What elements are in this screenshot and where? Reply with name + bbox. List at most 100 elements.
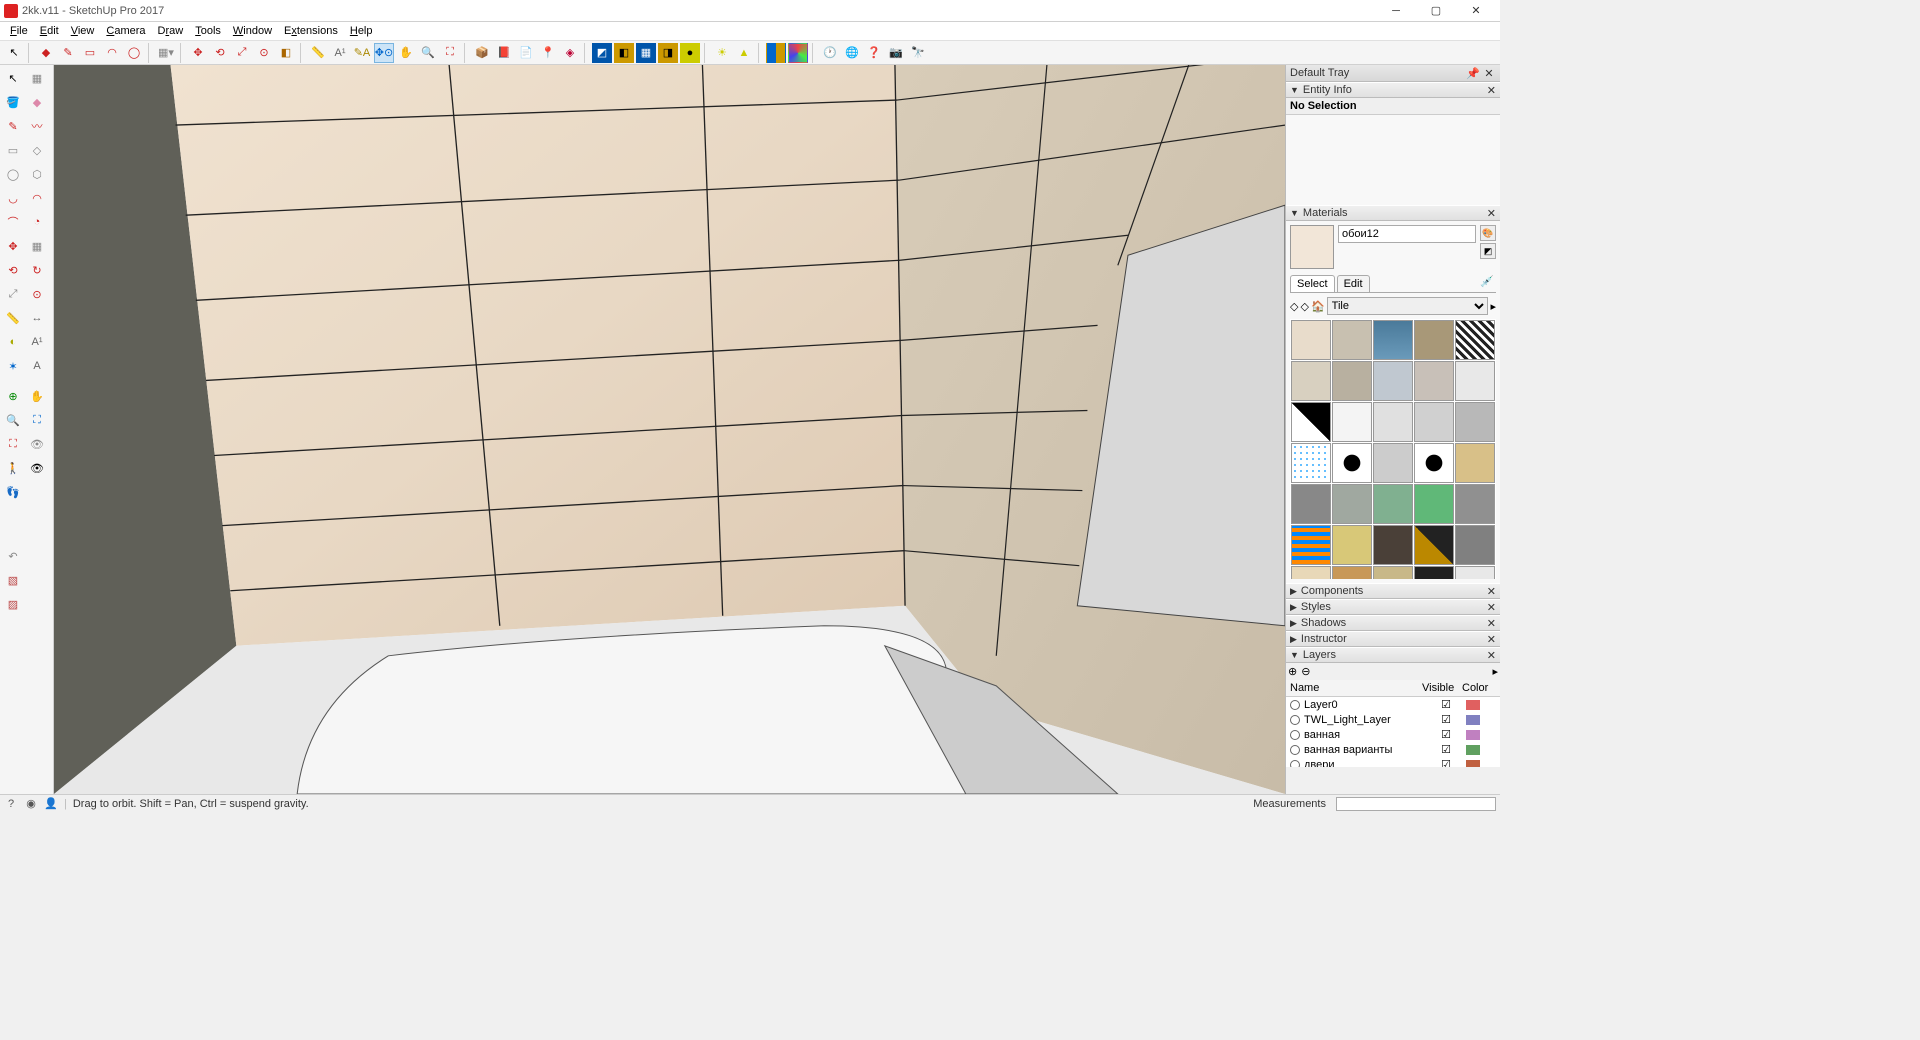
arc2-icon[interactable]: ◠ (26, 187, 48, 209)
layer-row[interactable]: ванная☑ (1286, 727, 1500, 742)
zoom2-icon[interactable]: 🔍 (2, 409, 24, 431)
layer-color-swatch[interactable] (1466, 700, 1480, 710)
user-status-icon[interactable]: 👤 (44, 797, 58, 811)
layer-radio[interactable] (1290, 715, 1300, 725)
pan2-icon[interactable]: ✋ (26, 385, 48, 407)
material-swatch[interactable] (1414, 443, 1454, 483)
panel-close-icon[interactable]: ✕ (1487, 617, 1496, 630)
undo-icon[interactable]: ↶ (2, 545, 24, 567)
material-swatch[interactable] (1291, 525, 1331, 565)
material-swatch[interactable] (1455, 361, 1495, 401)
material-swatch[interactable] (1414, 525, 1454, 565)
offset2-icon[interactable]: ⊙ (26, 283, 48, 305)
rotate2-icon[interactable]: ⟲ (2, 259, 24, 281)
tab-select[interactable]: Select (1290, 275, 1335, 292)
material-swatch[interactable] (1455, 566, 1495, 579)
sun-icon[interactable]: ☀ (712, 43, 732, 63)
menu-help[interactable]: Help (344, 23, 379, 39)
view5-icon[interactable]: ● (680, 43, 700, 63)
material-swatch[interactable] (1291, 443, 1331, 483)
warehouse-icon[interactable]: 📦 (472, 43, 492, 63)
material-swatch[interactable] (1332, 402, 1372, 442)
layer-color-swatch[interactable] (1466, 745, 1480, 755)
rotate-icon[interactable]: ⟲ (210, 43, 230, 63)
pushpull-icon[interactable]: ▦▾ (156, 43, 176, 63)
position-icon[interactable]: 🚶 (2, 457, 24, 479)
zoom-extents-icon[interactable]: ⛶ (440, 43, 460, 63)
material-swatch[interactable] (1373, 361, 1413, 401)
zoom-tool-icon[interactable]: 🔍 (418, 43, 438, 63)
tray-close-icon[interactable]: ✕ (1482, 66, 1496, 80)
material-swatch[interactable] (1373, 566, 1413, 579)
layer-radio[interactable] (1290, 760, 1300, 768)
material-swatch[interactable] (1291, 566, 1331, 579)
layer-radio[interactable] (1290, 730, 1300, 740)
walk-icon[interactable]: 👣 (2, 481, 24, 503)
create-material-icon[interactable]: 🎨 (1480, 225, 1496, 241)
binoc-icon[interactable]: 🔭 (908, 43, 928, 63)
lookaround-icon[interactable]: 👁 (26, 457, 48, 479)
clock-icon[interactable]: 🕐 (820, 43, 840, 63)
view2-icon[interactable]: ◧ (614, 43, 634, 63)
dim2-icon[interactable]: ↔ (26, 307, 48, 329)
rotrect-icon[interactable]: ◇ (26, 139, 48, 161)
layer-visible-checkbox[interactable]: ☑ (1426, 713, 1466, 726)
layer-visible-checkbox[interactable]: ☑ (1426, 743, 1466, 756)
text-icon[interactable]: ✎A (352, 43, 372, 63)
paint-icon[interactable]: 🪣 (2, 91, 24, 113)
pencil-icon[interactable]: ✎ (2, 115, 24, 137)
material-swatch[interactable] (1455, 484, 1495, 524)
pie-icon[interactable]: ◔ (26, 211, 48, 233)
close-button[interactable]: ✕ (1456, 0, 1496, 22)
material-swatch[interactable] (1373, 320, 1413, 360)
dimension-icon[interactable]: A¹ (330, 43, 350, 63)
geo-status-icon[interactable]: ◉ (24, 797, 38, 811)
circle-icon[interactable]: ◯ (2, 163, 24, 185)
panel-instructor[interactable]: ▶Instructor✕ (1286, 631, 1500, 647)
axes-icon[interactable]: ✶ (2, 355, 24, 377)
orbit2-icon[interactable]: ⊕ (2, 385, 24, 407)
prev-icon[interactable]: 👁 (26, 433, 48, 455)
menu-view[interactable]: View (65, 23, 101, 39)
arc1-icon[interactable]: ◡ (2, 187, 24, 209)
eraser-icon[interactable]: ◆ (36, 43, 56, 63)
panel-entity-info[interactable]: ▼ Entity Info ✕ (1286, 82, 1500, 98)
minimize-button[interactable]: ─ (1376, 0, 1416, 22)
material-swatch[interactable] (1455, 525, 1495, 565)
eyedropper-icon[interactable]: 💉 (1480, 275, 1496, 291)
material-swatch[interactable] (1332, 361, 1372, 401)
ext1-icon[interactable]: ▧ (2, 569, 24, 591)
layer-row[interactable]: TWL_Light_Layer☑ (1286, 712, 1500, 727)
material-swatch[interactable] (1373, 443, 1413, 483)
material-swatch[interactable] (1332, 320, 1372, 360)
layer-visible-checkbox[interactable]: ☑ (1426, 698, 1466, 711)
circle-tool-icon[interactable]: ◯ (124, 43, 144, 63)
material-swatch[interactable] (1291, 484, 1331, 524)
layer-color-swatch[interactable] (1466, 715, 1480, 725)
select-icon[interactable]: ↖ (2, 67, 24, 89)
rect-tool-icon[interactable]: ▭ (80, 43, 100, 63)
panel-close-icon[interactable]: ✕ (1487, 207, 1496, 220)
arc3-icon[interactable]: ⌒ (2, 211, 24, 233)
globe-icon[interactable]: 🌐 (842, 43, 862, 63)
scale-icon[interactable]: ⤢ (232, 43, 252, 63)
orbit-tool-icon[interactable]: ✥⊙ (374, 43, 394, 63)
layers-menu-icon[interactable]: ▸ (1492, 665, 1498, 678)
lamp-icon[interactable]: ▲ (734, 43, 754, 63)
tape-icon[interactable]: 📏 (308, 43, 328, 63)
gem-icon[interactable]: ◈ (560, 43, 580, 63)
select-tool-icon[interactable]: ↖ (4, 43, 24, 63)
material-swatch[interactable] (1414, 484, 1454, 524)
material-swatch[interactable] (1291, 402, 1331, 442)
menu-file[interactable]: File (4, 23, 34, 39)
home-icon[interactable]: 🏠 (1311, 300, 1325, 313)
panel-styles[interactable]: ▶Styles✕ (1286, 599, 1500, 615)
material-swatch[interactable] (1373, 525, 1413, 565)
library-menu-icon[interactable]: ▸ (1490, 300, 1496, 313)
layer-visible-checkbox[interactable]: ☑ (1426, 758, 1466, 767)
palette2-icon[interactable] (788, 43, 808, 63)
rect-icon[interactable]: ▭ (2, 139, 24, 161)
tray-header[interactable]: Default Tray 📌 ✕ (1286, 65, 1500, 82)
material-swatch[interactable] (1332, 484, 1372, 524)
material-swatch[interactable] (1291, 361, 1331, 401)
